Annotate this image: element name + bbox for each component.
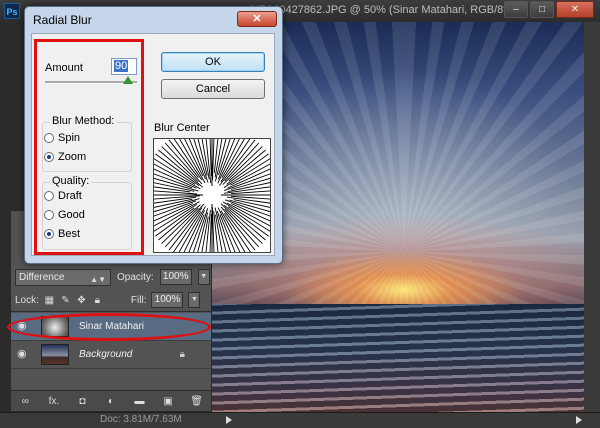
blur-method-label: Blur Method: [50,115,117,127]
mask-icon[interactable]: ◘ [75,396,89,407]
status-menu-arrow-icon[interactable] [226,416,232,424]
layers-footer: ∞ fx. ◘ ◐ ▬ ▣ 🗑︎ [11,390,211,411]
amount-input[interactable]: 90 [111,58,137,75]
radio-dot [44,133,54,143]
radio-draft[interactable]: Draft [44,190,82,202]
radio-label: Draft [58,190,82,202]
lock-label: Lock: [15,294,39,306]
radio-spin[interactable]: Spin [44,132,80,144]
sea-waves [172,304,584,412]
lock-row: Lock: ▦ ✎ ✥ 🔒︎ Fill: 100% ▼ [15,291,201,309]
amount-label: Amount [45,62,83,74]
amount-slider-thumb[interactable] [122,76,133,84]
lock-all-icon[interactable]: 🔒︎ [92,295,103,306]
quality-label: Quality: [50,175,92,187]
lock-image-brush-icon[interactable]: ✎ [60,295,71,306]
radio-label: Best [58,228,81,240]
link-icon[interactable]: ∞ [18,396,32,407]
radio-good[interactable]: Good [44,209,85,221]
opacity-dropdown-icon[interactable]: ▼ [197,269,210,285]
adjustment-icon[interactable]: ◐ [104,396,118,407]
vertical-scrollbar[interactable] [584,22,600,412]
radio-label: Zoom [58,151,87,163]
fill-field[interactable]: 100% [151,292,184,308]
layer-highlight-annotation [7,313,211,341]
layer-thumbnail [41,344,69,365]
blur-center-label: Blur Center [154,122,210,134]
maximize-button[interactable]: □ [530,1,554,18]
blend-row: Difference ▲▼ Opacity: 100% ▼ [15,267,210,287]
blend-mode-select[interactable]: Difference ▲▼ [15,268,111,286]
visibility-eye-icon[interactable]: ◉ [17,349,29,360]
amount-value: 90 [114,60,129,72]
window-controls: – □ ✕ [504,1,594,18]
fill-label: Fill: [130,294,147,306]
blur-method-group [42,122,132,172]
radio-label: Spin [58,132,81,144]
trash-icon[interactable]: 🗑︎ [190,396,204,407]
minimize-button[interactable]: – [504,1,528,18]
fill-dropdown-icon[interactable]: ▼ [188,292,201,308]
dialog-body: Amount 90 Blur Method: Spin Zoom Quality… [31,33,275,256]
new-layer-icon[interactable]: ▣ [161,396,175,407]
dialog-close-button[interactable]: ✕ [237,11,277,27]
close-window-button[interactable]: ✕ [556,1,594,18]
radio-dot [44,210,54,220]
radio-dot [44,152,54,162]
lock-position-move-icon[interactable]: ✥ [76,295,87,306]
cancel-button[interactable]: Cancel [161,79,265,99]
blur-center-zoom-lines-icon [154,139,270,252]
blur-center-preview[interactable] [153,138,271,253]
scroll-right-arrow-icon[interactable] [576,416,582,424]
radio-zoom[interactable]: Zoom [44,151,86,163]
status-bar: Doc: 3.81M/7.63M [0,412,600,428]
layer-row-background[interactable]: ◉ Background 🔒︎ [11,341,211,369]
opacity-label: Opacity: [117,271,154,283]
radio-label: Good [58,209,85,221]
lock-transparency-icon[interactable]: ▦ [44,295,55,306]
chevron-updown-icon: ▲▼ [90,274,106,284]
radio-dot [44,191,54,201]
fx-icon[interactable]: fx. [47,396,61,407]
blend-mode-value: Difference [19,271,65,283]
ok-button[interactable]: OK [161,52,265,72]
radial-blur-dialog: Radial Blur ✕ Amount 90 Blur Method: Spi… [24,6,283,264]
photoshop-logo-icon: Ps [4,3,20,19]
panel-divider [11,311,211,312]
status-info: Doc: 3.81M/7.63M [100,414,182,425]
layer-name[interactable]: Background [79,349,132,360]
radio-dot [44,229,54,239]
radio-best[interactable]: Best [44,228,80,240]
folder-icon[interactable]: ▬ [133,396,147,407]
dialog-title: Radial Blur [33,13,92,27]
document-tab-title[interactable]: MR900427862.JPG @ 50% (Sinar Matahari, R… [250,4,519,16]
layer-lock-icon: 🔒︎ [179,349,185,360]
opacity-field[interactable]: 100% [159,269,192,285]
